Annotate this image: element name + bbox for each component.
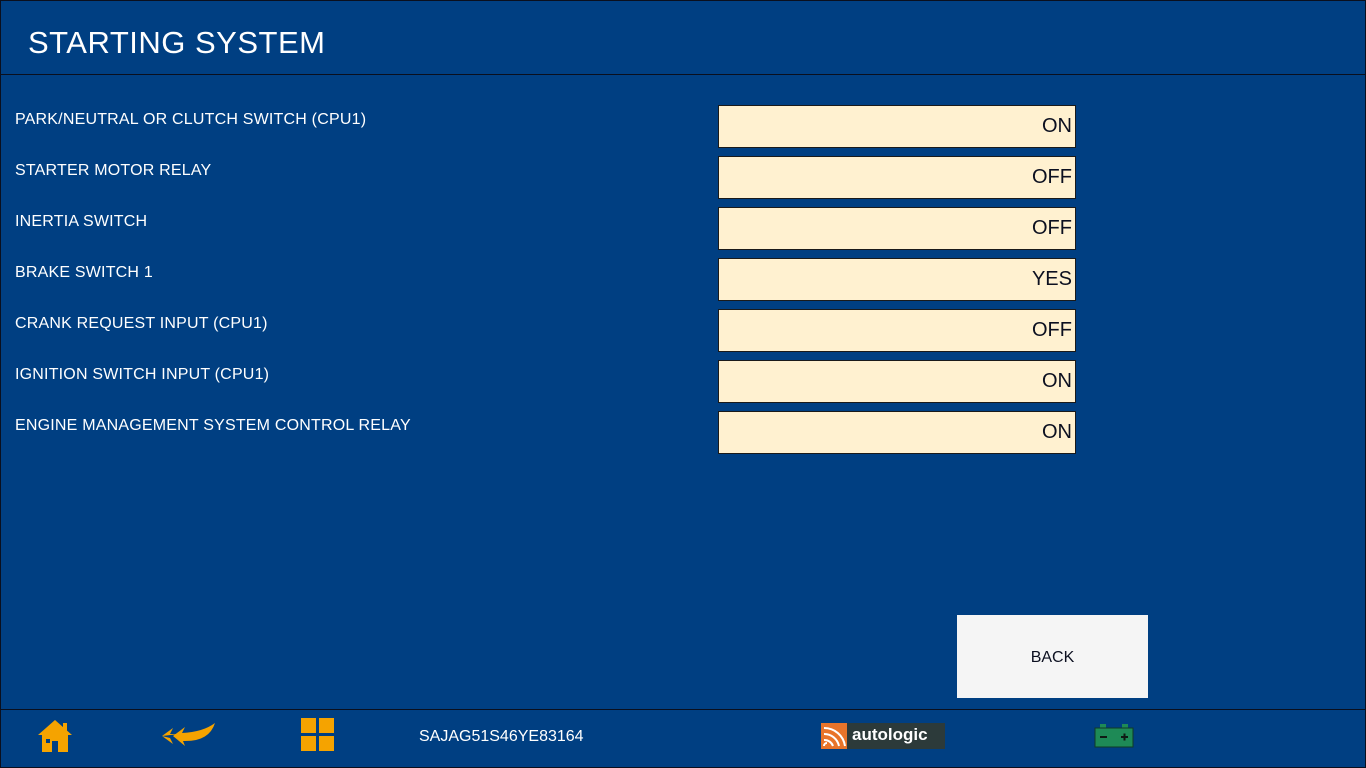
parameter-row: INERTIA SWITCH OFF [1,207,1365,258]
parameter-label: INERTIA SWITCH [15,213,148,230]
parameter-label: ENGINE MANAGEMENT SYSTEM CONTROL RELAY [15,417,411,434]
parameter-row: STARTER MOTOR RELAY OFF [1,156,1365,207]
footer-toolbar: SAJAG51S46YE83164 autologic [1,709,1365,768]
back-arrow-icon[interactable] [159,720,217,752]
logo-mark-icon [821,723,847,749]
parameter-row: BRAKE SWITCH 1 YES [1,258,1365,309]
header: STARTING SYSTEM [1,1,1365,75]
parameter-label: STARTER MOTOR RELAY [15,162,212,179]
parameter-label: PARK/NEUTRAL OR CLUTCH SWITCH (CPU1) [15,111,367,128]
parameter-value: ON [718,411,1076,454]
parameter-row: IGNITION SWITCH INPUT (CPU1) ON [1,360,1365,411]
parameter-value: OFF [718,156,1076,199]
parameter-row: CRANK REQUEST INPUT (CPU1) OFF [1,309,1365,360]
logo-text: autologic [852,725,928,744]
parameter-value: ON [718,105,1076,148]
parameter-value: OFF [718,207,1076,250]
parameter-label: IGNITION SWITCH INPUT (CPU1) [15,366,270,383]
parameter-value: YES [718,258,1076,301]
parameter-row: PARK/NEUTRAL OR CLUTCH SWITCH (CPU1) ON [1,105,1365,156]
parameter-label: CRANK REQUEST INPUT (CPU1) [15,315,268,332]
parameter-row: ENGINE MANAGEMENT SYSTEM CONTROL RELAY O… [1,411,1365,462]
vin-number: SAJAG51S46YE83164 [419,728,584,745]
parameter-label: BRAKE SWITCH 1 [15,264,153,281]
grid-icon[interactable] [301,718,335,752]
parameter-list: PARK/NEUTRAL OR CLUTCH SWITCH (CPU1) ON … [1,105,1365,462]
parameter-value: ON [718,360,1076,403]
home-icon[interactable] [36,718,74,754]
page-title: STARTING SYSTEM [28,25,326,60]
parameter-value: OFF [718,309,1076,352]
app-window: STARTING SYSTEM PARK/NEUTRAL OR CLUTCH S… [0,0,1366,768]
back-button[interactable]: BACK [957,615,1148,698]
autologic-logo: autologic [821,723,945,749]
battery-icon [1094,722,1134,750]
